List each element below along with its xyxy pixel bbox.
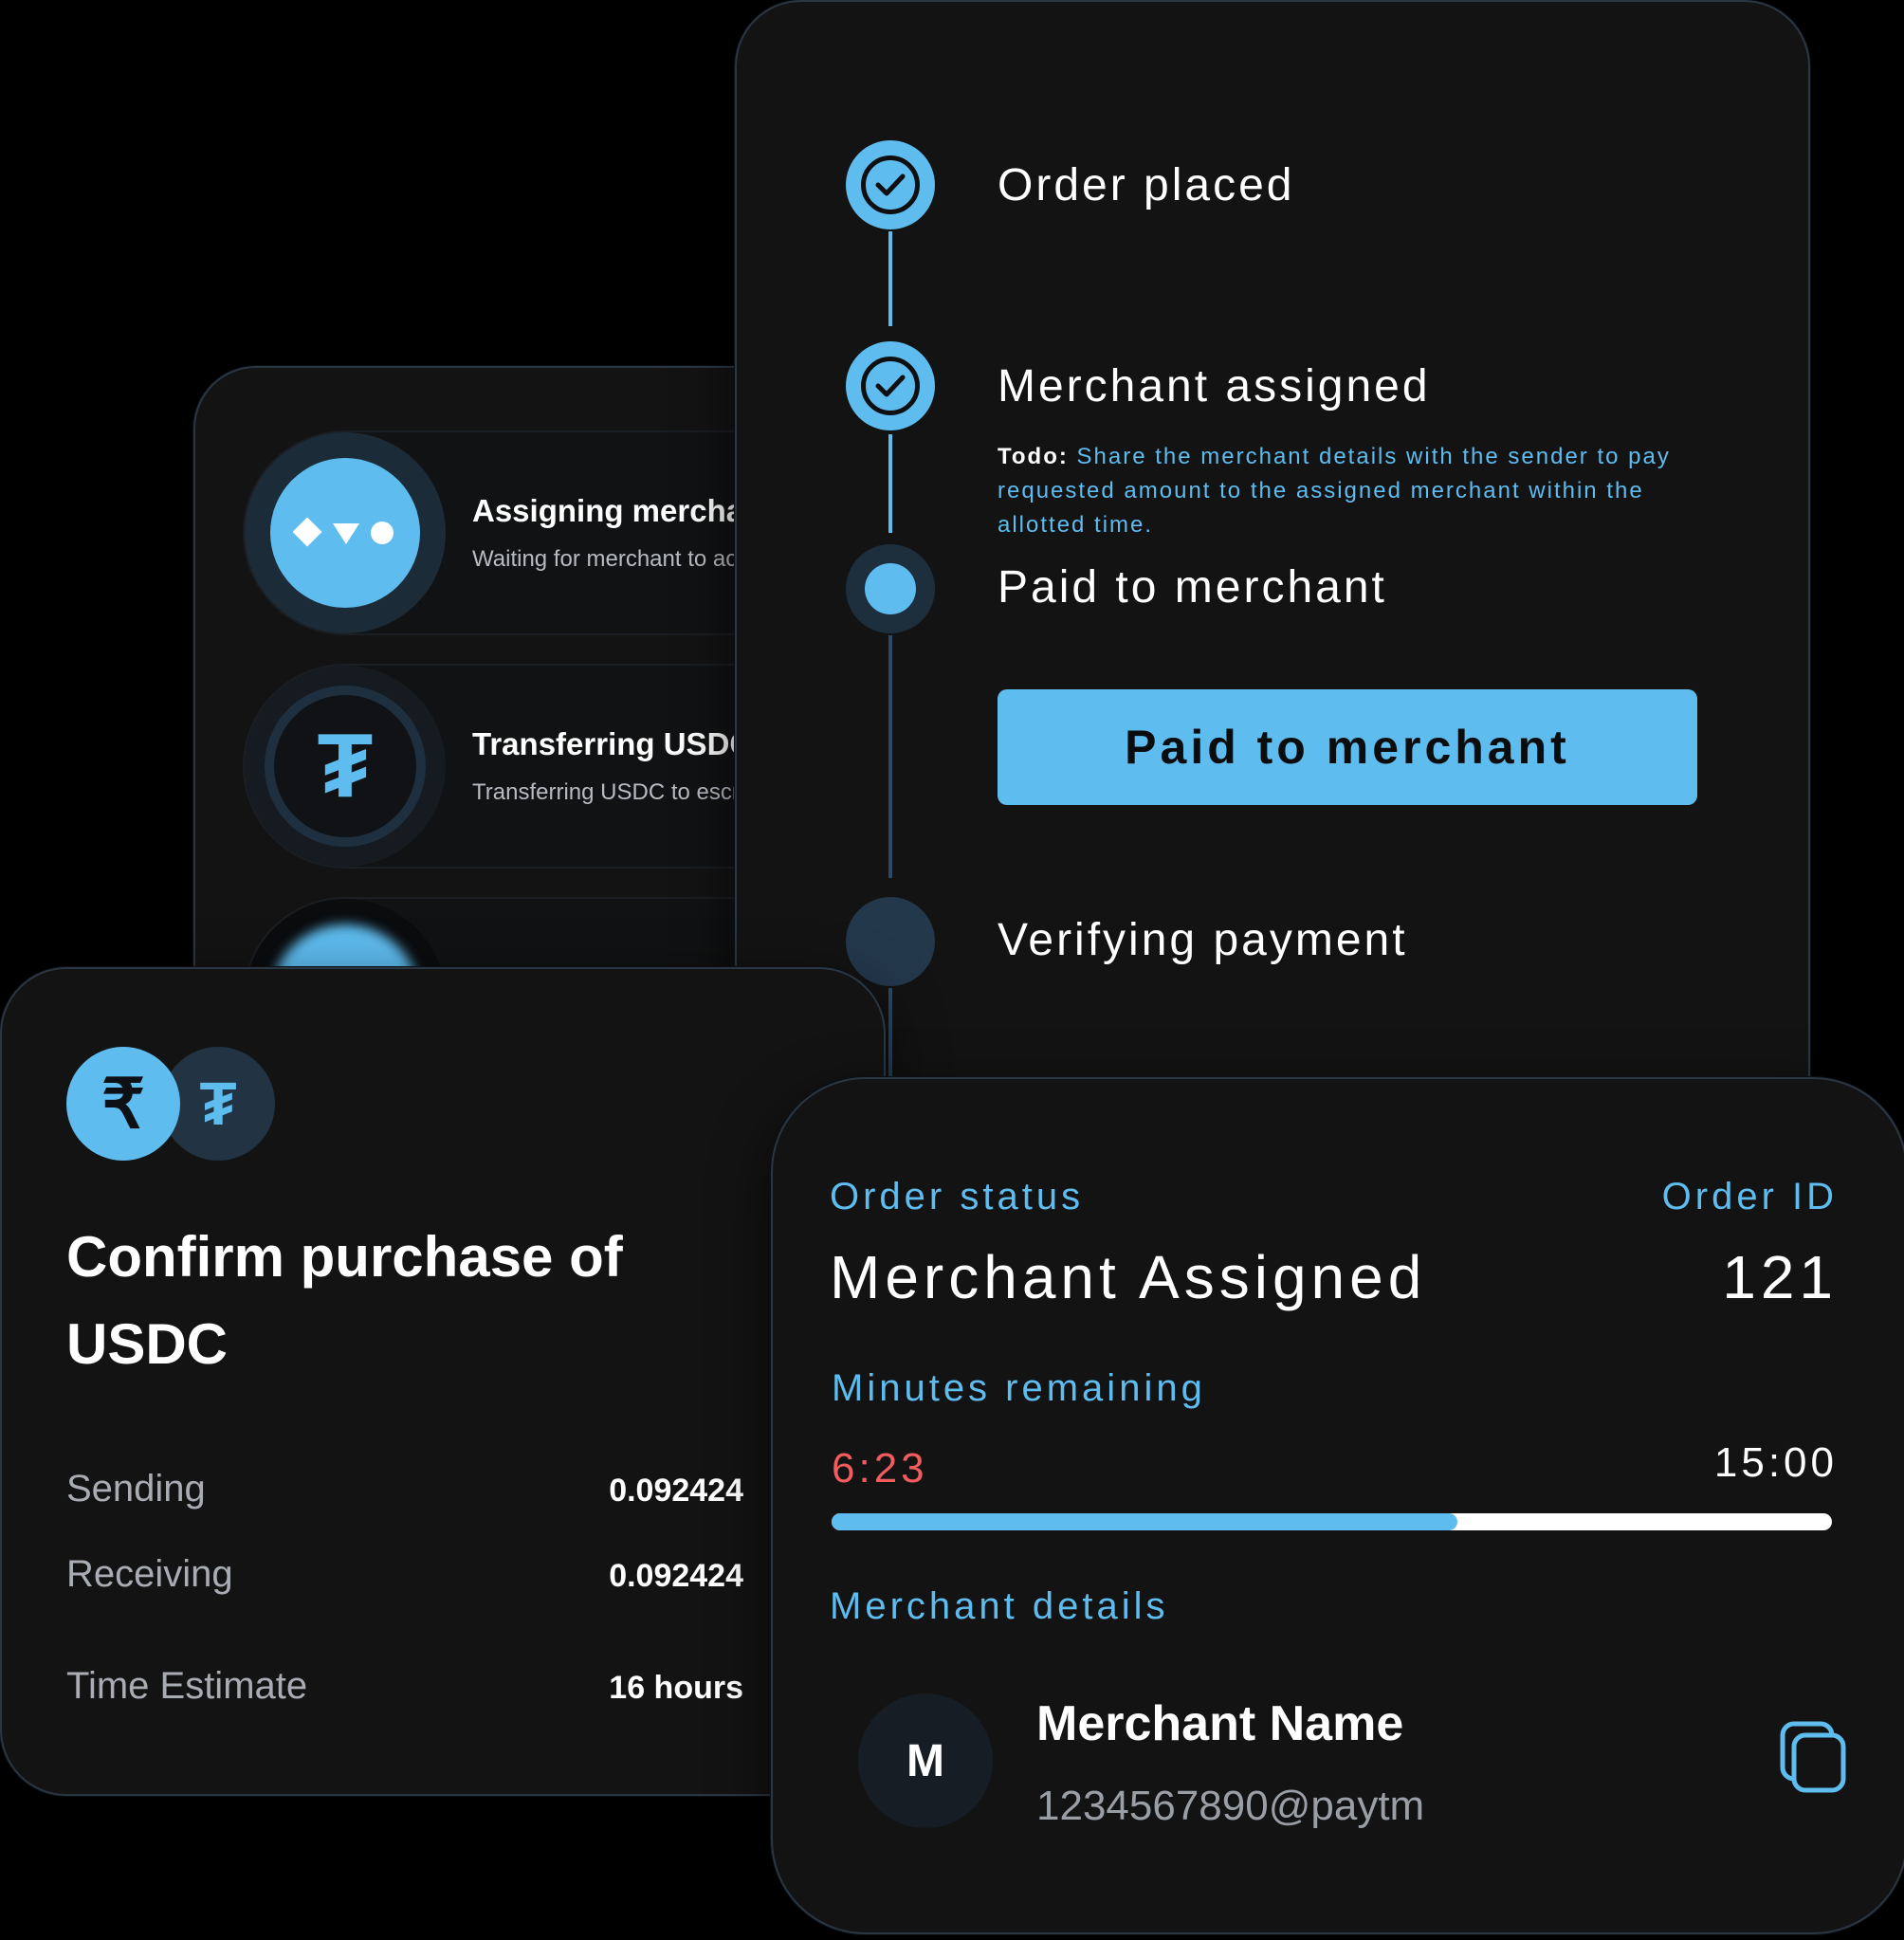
list-item[interactable]: ₮ Transferring USDC Transferring USDC to… [243,664,814,869]
todo-note: Todo: Share the merchant details with th… [998,440,1699,542]
time-estimate-row: Time Estimate 16 hours [66,1665,743,1708]
minutes-remaining-label: Minutes remaining [832,1367,1206,1409]
step-connector [888,231,892,326]
tether-icon: ₮ [265,686,426,847]
time-left: 6:23 [832,1445,928,1492]
time-progress-fill [832,1513,1458,1530]
check-circle-icon [861,156,920,214]
sending-label: Sending [66,1468,206,1510]
step-done-icon [846,140,935,229]
assigning-merchant-status-icon [245,432,446,633]
step-connector [888,434,892,533]
step-current-icon [846,544,935,633]
todo-prefix: Todo: [998,444,1069,469]
step-pending-icon [846,897,935,986]
receiving-value: 0.092424 [609,1558,743,1594]
time-total: 15:00 [1713,1439,1838,1486]
time-estimate-label: Time Estimate [66,1665,308,1707]
current-dot-icon [865,563,916,614]
step-label-verifying-payment: Verifying payment [998,915,1408,965]
rupee-icon: ₹ [66,1047,180,1161]
list-item-title: Transferring USDC [472,726,753,761]
avatar: M [858,1693,993,1828]
sending-row: Sending 0.092424 [66,1468,743,1510]
check-circle-icon [861,357,920,415]
paid-to-merchant-button[interactable]: Paid to merchant [998,689,1697,805]
order-id-value: 121 [1722,1243,1838,1311]
step-label-order-placed: Order placed [998,160,1295,210]
step-connector [888,635,892,878]
order-status-label: Order status [830,1176,1085,1217]
merchant-name: Merchant Name [1036,1696,1404,1751]
confirm-purchase-card: ₹ ₮ Confirm purchase of USDC Sending 0.0… [0,967,886,1796]
copy-icon[interactable] [1779,1720,1849,1794]
step-done-icon [846,341,935,430]
list-item[interactable]: Assigning merchant Waiting for merchant … [243,430,814,635]
list-item-title: Assigning merchant [472,493,774,528]
order-status-card: Order status Order ID Merchant Assigned … [771,1077,1904,1934]
three-shapes-icon [270,458,420,608]
transferring-usdc-status-icon: ₮ [245,666,446,867]
list-item-subtitle: Waiting for merchant to accept [472,546,780,572]
confirm-title: Confirm purchase of USDC [66,1225,623,1376]
receiving-row: Receiving 0.092424 [66,1553,743,1596]
order-tracker-card: Order placed Merchant assigned Todo: Sha… [735,0,1810,1102]
order-status-value: Merchant Assigned [830,1243,1427,1311]
step-label-merchant-assigned: Merchant assigned [998,361,1431,412]
order-id-label: Order ID [1661,1176,1838,1217]
todo-text: Share the merchant details with the send… [998,444,1671,538]
merchant-details-label: Merchant details [830,1585,1169,1627]
time-estimate-value: 16 hours [609,1670,743,1706]
receiving-label: Receiving [66,1553,233,1595]
time-progress-bar [832,1513,1832,1530]
merchant-upi: 1234567890@paytm [1036,1783,1425,1829]
sending-value: 0.092424 [609,1473,743,1509]
step-label-paid-to-merchant: Paid to merchant [998,562,1387,613]
list-item-subtitle: Transferring USDC to escrow [472,779,769,805]
